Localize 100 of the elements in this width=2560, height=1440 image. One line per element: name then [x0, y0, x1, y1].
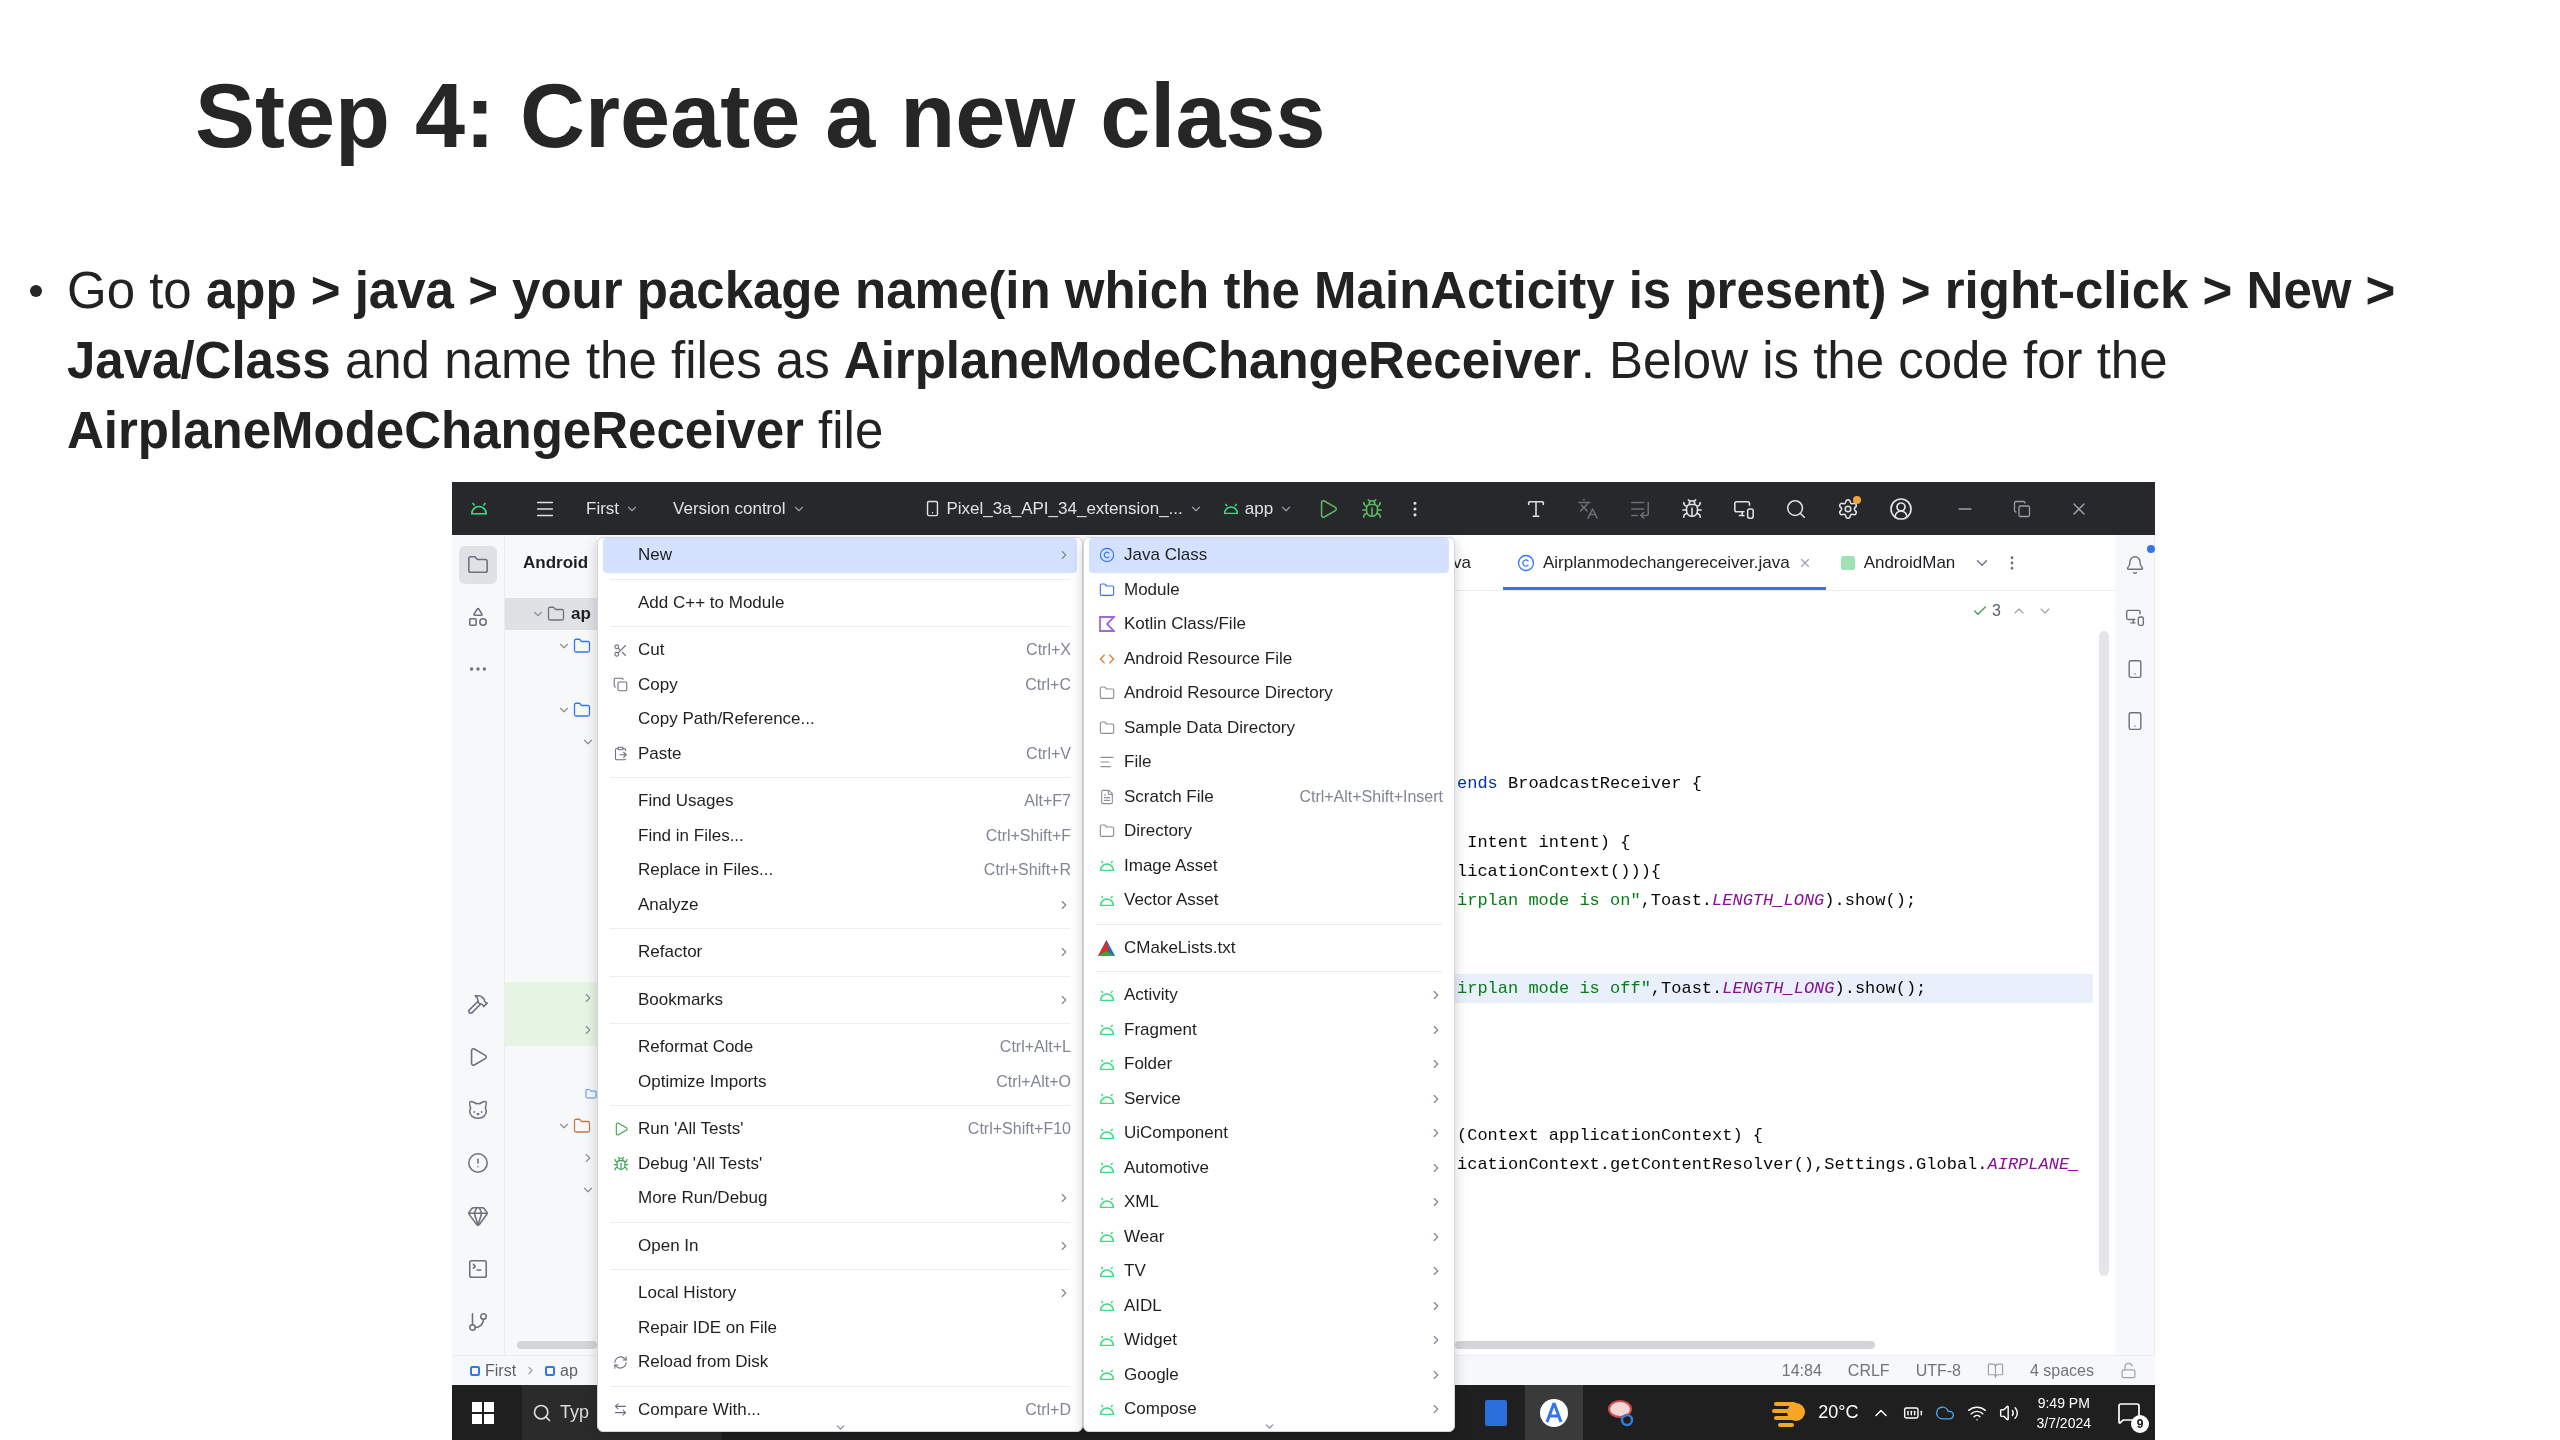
menu-item[interactable]: Directory — [1089, 814, 1449, 849]
menu-item[interactable]: Repair IDE on File — [603, 1310, 1077, 1345]
menu-item[interactable]: Bookmarks — [603, 982, 1077, 1017]
cat-icon[interactable] — [467, 1099, 489, 1121]
hammer-icon[interactable] — [467, 993, 489, 1015]
caret-position[interactable]: 14:84 — [1781, 1361, 1822, 1380]
device-dropdown[interactable]: Pixel_3a_API_34_extension_... — [919, 496, 1207, 521]
gem-icon[interactable] — [467, 1205, 489, 1227]
menu-item[interactable]: Google — [1089, 1357, 1449, 1392]
menu-item[interactable]: New — [603, 538, 1077, 573]
menu-item[interactable]: Sample Data Directory — [1089, 710, 1449, 745]
breadcrumb-item[interactable]: First — [470, 1361, 517, 1380]
menu-item[interactable]: Automotive — [1089, 1150, 1449, 1185]
menu-item[interactable]: Wear — [1089, 1219, 1449, 1254]
menu-item[interactable]: Reformat Code Ctrl+Alt+L — [603, 1030, 1077, 1065]
menu-item[interactable]: Widget — [1089, 1323, 1449, 1358]
shortcut-text: Ctrl+Alt+O — [996, 1072, 1071, 1091]
menu-item[interactable]: Java Class — [1089, 538, 1449, 573]
bell-icon[interactable] — [2124, 555, 2145, 575]
android-icon — [1098, 1403, 1115, 1415]
menu-item[interactable]: Find in Files... Ctrl+Shift+F — [603, 818, 1077, 853]
module-icon — [470, 1365, 480, 1376]
menu-item[interactable]: Optimize Imports Ctrl+Alt+O — [603, 1064, 1077, 1099]
menu-item[interactable]: Find Usages Alt+F7 — [603, 784, 1077, 819]
compass-app-icon[interactable] — [1539, 1397, 1569, 1428]
folder-icon — [1098, 685, 1115, 702]
shortcut-text: Ctrl+Shift+F — [985, 826, 1071, 845]
menu-item[interactable]: Cut Ctrl+X — [603, 633, 1077, 668]
menu-item[interactable]: Add C++ to Module — [603, 585, 1077, 620]
inspection-widget[interactable]: 3 — [1972, 602, 2001, 620]
bug-icon[interactable] — [1681, 497, 1704, 520]
menu-item[interactable]: TV — [1089, 1254, 1449, 1289]
run-config-dropdown[interactable]: app — [1218, 496, 1298, 521]
shortcut-text: Ctrl+V — [1026, 744, 1071, 763]
code-line: Intent intent) { — [1466, 832, 1631, 852]
windows-icon[interactable] — [472, 1401, 494, 1424]
menu-item[interactable]: Vector Asset — [1089, 883, 1449, 918]
menu-item[interactable]: Android Resource Directory — [1089, 676, 1449, 711]
line-separator[interactable]: CRLF — [1847, 1361, 1890, 1380]
android-icon — [1098, 1093, 1115, 1105]
bug-icon[interactable] — [1361, 497, 1384, 520]
editor-tab[interactable]: AndroidMan — [1825, 535, 1970, 590]
folder-icon[interactable] — [467, 554, 489, 576]
menu-item[interactable]: Local History — [603, 1276, 1077, 1311]
git-branch-icon[interactable] — [467, 1311, 489, 1333]
settings-icon[interactable] — [1837, 497, 1860, 520]
search-icon — [532, 1402, 552, 1423]
android-icon — [1098, 1162, 1115, 1174]
menu-item[interactable]: XML — [1089, 1185, 1449, 1220]
menu-item[interactable]: Refactor — [603, 935, 1077, 970]
structure-icon[interactable] — [467, 606, 489, 628]
menu-item[interactable]: Copy Path/Reference... — [603, 702, 1077, 737]
translate-icon[interactable] — [1577, 497, 1600, 520]
module-folder-icon — [547, 605, 565, 623]
problems-icon[interactable] — [467, 1152, 489, 1174]
account-icon[interactable] — [1889, 496, 1914, 521]
menu-item[interactable]: More Run/Debug — [603, 1181, 1077, 1216]
menu-item[interactable]: AIDL — [1089, 1288, 1449, 1323]
lock-icon[interactable] — [2120, 1362, 2137, 1379]
terminal-icon[interactable] — [467, 1258, 489, 1280]
menu-item[interactable]: Compose — [1089, 1392, 1449, 1427]
menu-item[interactable]: Image Asset — [1089, 848, 1449, 883]
menu-item[interactable]: Module — [1089, 572, 1449, 607]
menu-item[interactable]: Run 'All Tests' Ctrl+Shift+F10 — [603, 1112, 1077, 1147]
menu-item[interactable]: Service — [1089, 1081, 1449, 1116]
folder-icon — [1098, 581, 1115, 598]
menu-item[interactable]: Replace in Files... Ctrl+Shift+R — [603, 853, 1077, 888]
menu-item[interactable]: Analyze — [603, 887, 1077, 922]
shortcut-text: Ctrl+Shift+F10 — [967, 1120, 1071, 1139]
breadcrumb-item[interactable]: ap — [545, 1361, 578, 1380]
bullet-text: Go to app > java > your package name(in which the MainActicity is present) > right-click > New > Java/Class and name the files as AirplaneModeChangeReceiver. Below is the code for the AirplaneModeChangeReceiver file — [67, 261, 2397, 461]
slide-title: Step 4: Create a new class — [195, 65, 1326, 168]
clock[interactable]: 9:49 PM 3/7/2024 — [2036, 1392, 2091, 1433]
code-line: irplan mode is on",Toast.LENGTH_LONG).show(); — [1457, 891, 1917, 911]
menu-item[interactable]: Folder — [1089, 1047, 1449, 1082]
menu-item[interactable]: UiComponent — [1089, 1116, 1449, 1151]
tree-item-label[interactable]: ap — [571, 604, 591, 624]
menu-item[interactable]: Scratch File Ctrl+Alt+Shift+Insert — [1089, 779, 1449, 814]
menu-item[interactable]: Kotlin Class/File — [1089, 607, 1449, 642]
indent-setting[interactable]: 4 spaces — [2029, 1361, 2094, 1380]
vcs-dropdown[interactable]: Version control — [669, 496, 810, 521]
menu-item[interactable]: Paste Ctrl+V — [603, 736, 1077, 771]
tree-row[interactable]: ap — [505, 598, 597, 630]
project-dropdown[interactable]: First — [582, 496, 644, 521]
menu-item[interactable]: Copy Ctrl+C — [603, 667, 1077, 702]
code-line: ends BroadcastReceiver { — [1457, 774, 1702, 794]
menu-item[interactable]: Reload from Disk — [603, 1345, 1077, 1380]
book-icon[interactable] — [1986, 1362, 2004, 1379]
search-icon[interactable] — [1785, 497, 1808, 520]
menu-item[interactable]: Debug 'All Tests' — [603, 1146, 1077, 1181]
editor-tab[interactable]: Airplanmodechangereceiver.java — [1502, 535, 1826, 590]
menu-item[interactable]: Fragment — [1089, 1012, 1449, 1047]
restore-icon[interactable] — [2013, 499, 2032, 518]
file-encoding[interactable]: UTF-8 — [1915, 1361, 1961, 1380]
menu-item[interactable]: Activity — [1089, 978, 1449, 1013]
menu-item[interactable]: File — [1089, 745, 1449, 780]
menu-item[interactable]: Android Resource File — [1089, 641, 1449, 676]
menu-item[interactable]: Open In — [603, 1228, 1077, 1263]
shortcut-text: Ctrl+Alt+L — [999, 1038, 1071, 1057]
menu-item[interactable]: CMakeLists.txt — [1089, 930, 1449, 965]
